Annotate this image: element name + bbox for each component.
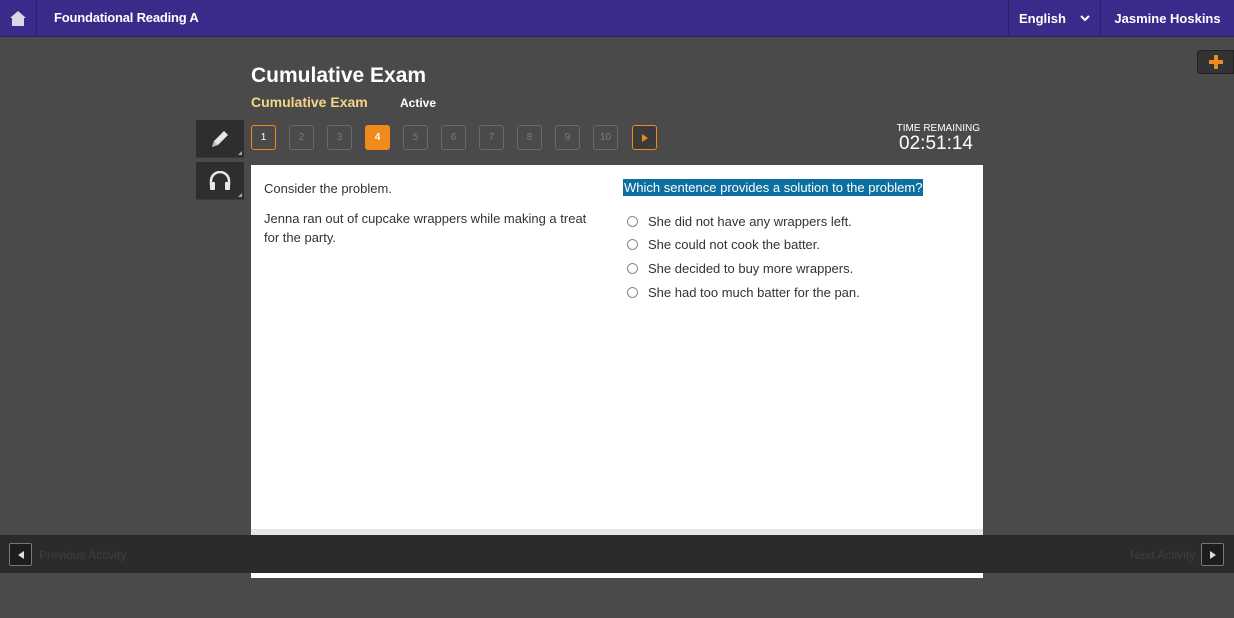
- language-select[interactable]: English: [1008, 0, 1100, 37]
- question-nav-9[interactable]: 9: [555, 125, 580, 150]
- chevron-down-icon: [1080, 15, 1090, 22]
- question-panel: Consider the problem. Jenna ran out of c…: [251, 165, 983, 535]
- app-title: Foundational Reading A: [54, 10, 199, 25]
- question-nav-6[interactable]: 6: [441, 125, 466, 150]
- previous-activity-label: Previous Activity: [39, 548, 127, 562]
- answer-option-label: She decided to buy more wrappers.: [648, 261, 854, 276]
- plus-icon: [1208, 55, 1223, 69]
- home-icon: [10, 11, 26, 26]
- answer-option[interactable]: She decided to buy more wrappers.: [627, 261, 853, 276]
- question-nav-3[interactable]: 3: [327, 125, 352, 150]
- passage-intro: Consider the problem.: [264, 181, 392, 196]
- radio-button[interactable]: [627, 239, 638, 250]
- activity-footer: Previous Activity Next Activity: [0, 535, 1234, 573]
- user-menu[interactable]: Jasmine Hoskins: [1100, 0, 1234, 37]
- answer-option-label: She had too much batter for the pan.: [648, 285, 860, 300]
- answer-option[interactable]: She could not cook the batter.: [627, 237, 820, 252]
- question-nav-7[interactable]: 7: [479, 125, 504, 150]
- home-button[interactable]: [0, 0, 37, 37]
- answer-option-label: She did not have any wrappers left.: [648, 214, 852, 229]
- time-remaining-value: 02:51:14: [899, 133, 973, 154]
- caret-right-icon: [1209, 550, 1216, 559]
- radio-button[interactable]: [627, 263, 638, 274]
- pencil-tool-button[interactable]: [196, 120, 244, 158]
- pencil-icon: [212, 130, 228, 147]
- question-nav-5[interactable]: 5: [403, 125, 428, 150]
- passage-body: Jenna ran out of cupcake wrappers while …: [264, 211, 587, 245]
- exam-subtitle: Cumulative Exam: [251, 94, 368, 110]
- question-nav-4[interactable]: 4: [365, 125, 390, 150]
- answer-option-label: She could not cook the batter.: [648, 237, 821, 252]
- headphones-icon: [209, 170, 231, 190]
- question-prompt: Which sentence provides a solution to th…: [623, 179, 924, 196]
- page-title: Cumulative Exam: [251, 64, 427, 87]
- next-activity-button[interactable]: [1201, 543, 1224, 566]
- question-nav-10[interactable]: 10: [593, 125, 618, 150]
- top-bar: Foundational Reading A English Jasmine H…: [0, 0, 1234, 37]
- next-activity-label: Next Activity: [1130, 548, 1196, 562]
- radio-button[interactable]: [627, 287, 638, 298]
- language-label: English: [1019, 11, 1066, 26]
- radio-button[interactable]: [627, 216, 638, 227]
- question-nav-2[interactable]: 2: [289, 125, 314, 150]
- add-button[interactable]: [1197, 50, 1234, 74]
- panel-bottom-edge: [251, 573, 983, 578]
- caret-right-icon: [641, 133, 648, 142]
- previous-activity-button[interactable]: [9, 543, 32, 566]
- answer-option[interactable]: She had too much batter for the pan.: [627, 285, 860, 300]
- question-nav-8[interactable]: 8: [517, 125, 542, 150]
- caret-left-icon: [17, 550, 24, 559]
- status-badge: Active: [400, 96, 437, 110]
- question-nav-1[interactable]: 1: [251, 125, 276, 150]
- audio-tool-button[interactable]: [196, 162, 244, 200]
- answer-option[interactable]: She did not have any wrappers left.: [627, 214, 852, 229]
- next-question-button[interactable]: [632, 125, 657, 150]
